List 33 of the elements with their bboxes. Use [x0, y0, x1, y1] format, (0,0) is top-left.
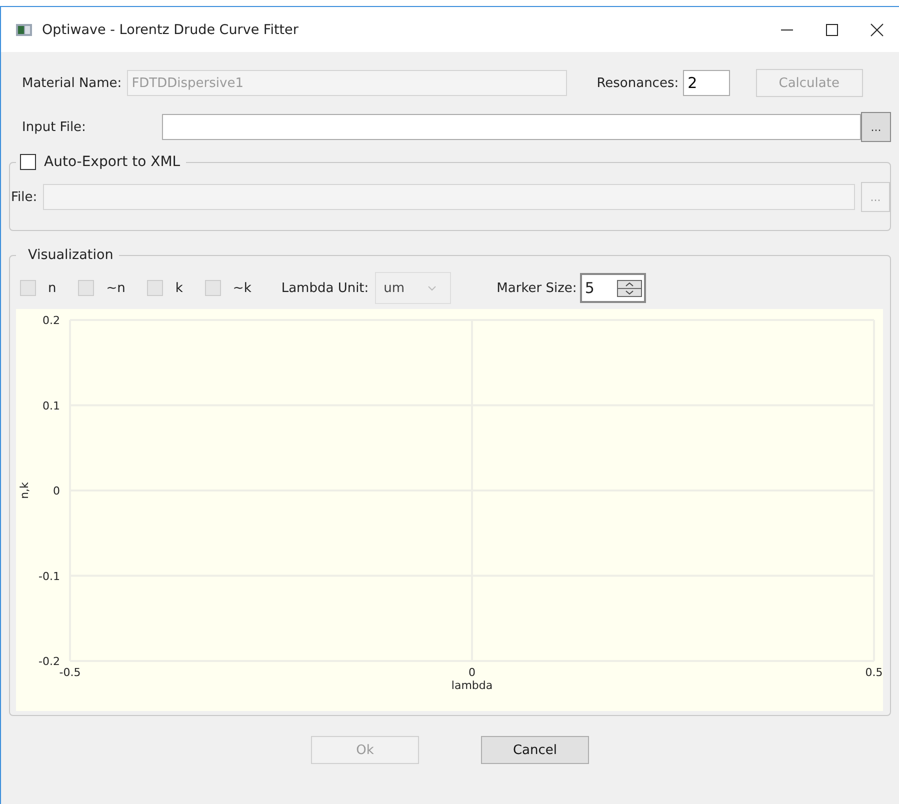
field-label: Material Name:	[22, 76, 122, 90]
spin-arrows-icon[interactable]	[616, 280, 642, 296]
checkbox-label: Auto-Export to XML	[44, 154, 180, 170]
checkbox-label: n	[48, 280, 56, 296]
browse-button[interactable]: ...	[861, 112, 891, 142]
app-icon	[16, 22, 32, 36]
field-label: Marker Size:	[496, 280, 577, 296]
chevron-icon	[428, 286, 436, 290]
resonances-field[interactable]: 2	[682, 70, 730, 96]
checkbox-label: ~k	[232, 280, 252, 296]
field-label: File:	[11, 190, 38, 204]
x-tick-label: 0	[468, 666, 476, 679]
y-tick-label: 0	[53, 484, 60, 498]
field-label: Resonances:	[596, 76, 679, 90]
y-tick-label: 0.1	[42, 399, 60, 412]
field-label: Lambda Unit:	[281, 280, 369, 296]
x-axis-title: lambda	[451, 679, 493, 692]
close-icon[interactable]	[870, 22, 884, 36]
y-tick-label: -0.2	[38, 655, 60, 668]
maximize-icon[interactable]	[825, 22, 839, 36]
checkbox-label: ~n	[106, 280, 126, 296]
y-tick-label: 0.2	[42, 314, 60, 327]
dialog-button[interactable]: Cancel	[481, 736, 589, 764]
checkbox-label: k	[175, 280, 183, 296]
window-title: Optiwave - Lorentz Drude Curve Fitter	[42, 22, 298, 38]
marker-size-spinner[interactable]: 5	[580, 273, 646, 303]
x-tick-label: 0.5	[865, 666, 883, 679]
y-tick-label: -0.1	[38, 570, 60, 583]
field-label: Input File:	[22, 120, 87, 134]
group-title: Visualization	[28, 247, 114, 263]
y-axis-title: n,k	[18, 482, 31, 499]
input-file-field[interactable]	[162, 114, 861, 140]
x-tick-label: -0.5	[59, 666, 81, 679]
